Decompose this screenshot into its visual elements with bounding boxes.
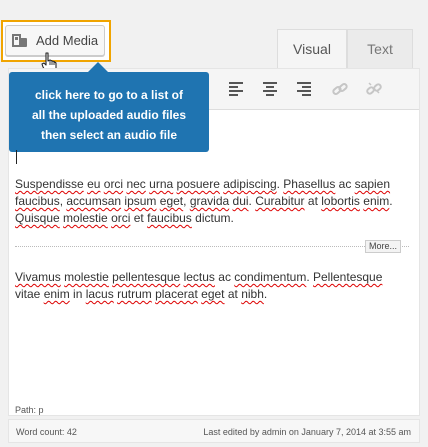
misspelled-word: lectus <box>183 270 215 284</box>
more-tag-label[interactable]: More... <box>364 240 401 253</box>
misspelled-word: enim <box>363 194 390 208</box>
misspelled-word: eget <box>201 287 225 301</box>
text-run: dictum. <box>191 211 234 225</box>
misspelled-word: Vivamus <box>15 270 61 284</box>
misspelled-word: urna <box>149 177 174 191</box>
misspelled-word: accumsan <box>66 194 122 208</box>
text-run: . <box>389 194 393 208</box>
more-tag-divider[interactable]: More... <box>15 240 409 253</box>
misspelled-word: eget <box>159 194 184 208</box>
text-run: ac <box>335 177 355 191</box>
tooltip-line: then select an audio file <box>40 128 178 142</box>
misspelled-word: molestie <box>63 211 108 225</box>
unlink-icon[interactable] <box>366 82 382 96</box>
misspelled-word: Curabitur <box>255 194 305 208</box>
text-caret <box>16 150 17 164</box>
misspelled-word: Suspendisse <box>15 177 84 191</box>
word-count: Word count: 42 <box>16 427 77 437</box>
tab-text[interactable]: Text <box>347 29 413 68</box>
misspelled-word: sapien <box>354 177 391 191</box>
align-right-icon[interactable] <box>297 82 313 96</box>
paragraph-1[interactable]: Suspendisse eu orci nec urna posuere adi… <box>15 176 410 227</box>
misspelled-word: orci <box>103 177 124 191</box>
text-run: in <box>69 287 86 301</box>
text-run: ac <box>214 270 235 284</box>
misspelled-word: pellentesque <box>112 270 181 284</box>
more-dotted-line <box>15 246 409 247</box>
misspelled-word: placerat <box>155 287 198 301</box>
add-media-icon <box>12 33 30 49</box>
align-left-icon[interactable] <box>229 82 245 96</box>
misspelled-word: molestie <box>64 270 109 284</box>
misspelled-word: Quisque <box>15 211 60 225</box>
element-path: Path: p <box>15 405 44 415</box>
tab-visual[interactable]: Visual <box>277 29 347 68</box>
status-bar: Word count: 42 Last edited by admin on J… <box>8 419 420 443</box>
help-tooltip: click here to go to a list of all the up… <box>9 72 209 152</box>
text-run: vitae <box>15 287 44 301</box>
text-run: et <box>130 211 148 225</box>
misspelled-word: posuere <box>176 177 220 191</box>
last-edited: Last edited by admin on January 7, 2014 … <box>203 427 411 437</box>
misspelled-word: Phasellus <box>283 177 336 191</box>
text-run: . <box>306 270 313 284</box>
text-run: at <box>304 194 322 208</box>
misspelled-word: rutrum <box>117 287 152 301</box>
misspelled-word: adipiscing <box>223 177 277 191</box>
misspelled-word: Pellentesque <box>313 270 383 284</box>
add-media-label: Add Media <box>36 33 99 48</box>
text-run: . <box>263 287 268 301</box>
tooltip-arrow <box>88 62 108 72</box>
content-area[interactable]: Suspendisse eu orci nec urna posuere adi… <box>15 176 410 227</box>
misspelled-word: lobortis <box>321 194 360 208</box>
misspelled-word: faucibus <box>15 194 60 208</box>
misspelled-word: eu <box>87 177 101 191</box>
misspelled-word: faucibus <box>147 211 192 225</box>
misspelled-word: nibh <box>241 287 264 301</box>
misspelled-word: condimentum <box>234 270 307 284</box>
text-run: , <box>183 194 190 208</box>
misspelled-word: ipsum <box>124 194 157 208</box>
tooltip-line: click here to go to a list of <box>34 88 184 102</box>
misspelled-word: dui <box>232 194 249 208</box>
text-run: at <box>224 287 242 301</box>
misspelled-word: orci <box>111 211 131 225</box>
misspelled-word: gravida <box>189 194 230 208</box>
tooltip-line: all the uploaded audio files <box>31 108 187 122</box>
content-area-lower[interactable]: Vivamus molestie pellentesque lectus ac … <box>15 257 410 315</box>
align-center-icon[interactable] <box>263 82 279 96</box>
misspelled-word: enim <box>43 287 70 301</box>
paragraph-2[interactable]: Vivamus molestie pellentesque lectus ac … <box>15 269 410 303</box>
misspelled-word: nec <box>126 177 146 191</box>
link-icon[interactable] <box>332 82 348 96</box>
misspelled-word: lacus <box>85 287 114 301</box>
